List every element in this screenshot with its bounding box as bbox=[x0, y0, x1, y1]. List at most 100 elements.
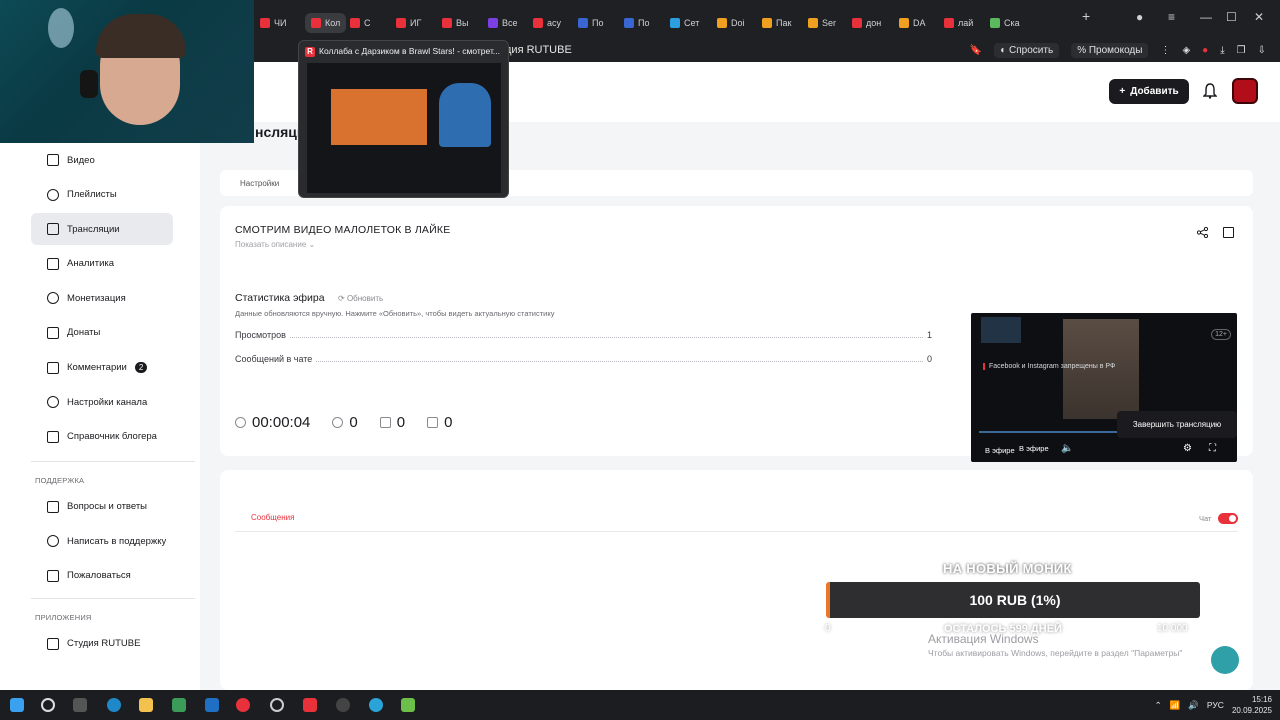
close-window-icon[interactable]: ✕ bbox=[1254, 10, 1264, 24]
sidebar-item[interactable]: Студия RUTUBE bbox=[31, 628, 173, 660]
sidebar-item[interactable]: Комментарии 2 bbox=[31, 352, 173, 384]
task-view-icon[interactable] bbox=[73, 698, 87, 712]
taskbar-clock[interactable]: 15:16 20.09.2025 bbox=[1232, 694, 1272, 716]
bluestacks-icon[interactable] bbox=[401, 698, 415, 712]
bookmark-icon[interactable]: 🔖 bbox=[970, 45, 982, 56]
browser-tab[interactable]: Сет bbox=[670, 13, 699, 33]
sidebar-item[interactable]: Плейлисты bbox=[31, 179, 173, 211]
avatar[interactable] bbox=[1232, 78, 1258, 104]
tab-label: Вы bbox=[456, 18, 469, 28]
keyboard-lang[interactable]: РУС bbox=[1207, 700, 1224, 710]
sidebar-item-label: Трансляции bbox=[67, 223, 120, 235]
tab-favicon-icon bbox=[311, 18, 321, 28]
sidebar-item[interactable]: Видео bbox=[31, 144, 173, 176]
tab-settings[interactable]: Настройки bbox=[240, 179, 279, 188]
bell-icon[interactable] bbox=[1203, 83, 1217, 99]
browser-tab[interactable]: Вы bbox=[442, 13, 468, 33]
browser-tab[interactable]: Ser bbox=[808, 13, 836, 33]
stream-player[interactable]: 12+ Facebook и Instagram запрещены в РФ … bbox=[971, 313, 1237, 462]
dislikes-metric: 0 bbox=[427, 414, 452, 431]
address-page-title: дия RUTUBE bbox=[505, 44, 572, 56]
browser-tab[interactable]: лай bbox=[944, 13, 973, 33]
browser-tab[interactable]: асу bbox=[533, 13, 561, 33]
tab-label: По bbox=[638, 18, 650, 28]
video-icon bbox=[47, 154, 59, 166]
tab-messages[interactable]: Сообщения bbox=[251, 513, 294, 522]
browser-tab[interactable]: ИГ bbox=[396, 13, 421, 33]
fullscreen-icon[interactable]: ⛶ bbox=[1209, 443, 1216, 454]
browser-tab[interactable]: Пак bbox=[762, 13, 791, 33]
sidebar-item[interactable]: Вопросы и ответы bbox=[31, 491, 173, 523]
browser-tab[interactable]: ЧИ bbox=[260, 13, 286, 33]
browser-tab[interactable]: Все bbox=[488, 13, 518, 33]
new-tab-icon[interactable]: + bbox=[1082, 8, 1090, 24]
browser-tab[interactable]: DA bbox=[899, 13, 926, 33]
outlook-icon[interactable] bbox=[205, 698, 219, 712]
edge-icon[interactable] bbox=[107, 698, 121, 712]
browser-tab[interactable]: Ска bbox=[990, 13, 1020, 33]
browser-tab[interactable]: С bbox=[350, 13, 371, 33]
maximize-icon[interactable]: ☐ bbox=[1226, 10, 1237, 24]
yandex-browser-icon[interactable] bbox=[236, 698, 250, 712]
help-chat-button[interactable] bbox=[1211, 646, 1239, 674]
volume-icon[interactable]: 🔈 bbox=[1061, 443, 1073, 454]
explorer-icon[interactable] bbox=[139, 698, 153, 712]
settings-icon[interactable]: ⚙ bbox=[1183, 443, 1192, 454]
yandex-icon[interactable] bbox=[303, 698, 317, 712]
record-icon[interactable]: ● bbox=[1202, 45, 1208, 56]
tab-favicon-icon bbox=[350, 18, 360, 28]
sidebar-item[interactable]: Трансляции bbox=[31, 213, 173, 246]
share-icon[interactable] bbox=[1197, 227, 1208, 238]
show-description-link[interactable]: Показать описание ⌄ bbox=[235, 240, 315, 249]
browser-tab[interactable]: дон bbox=[852, 13, 881, 33]
volume-tray-icon[interactable]: 🔊 bbox=[1188, 700, 1199, 711]
promo-label: Промокоды bbox=[1088, 45, 1143, 56]
telegram-icon[interactable] bbox=[369, 698, 383, 712]
tab-favicon-icon bbox=[808, 18, 818, 28]
player-notice: Facebook и Instagram запрещены в РФ bbox=[983, 363, 1115, 370]
more-icon[interactable]: ⋮ bbox=[1160, 45, 1170, 56]
menu-icon[interactable]: ≡ bbox=[1168, 10, 1175, 24]
sidebar-item[interactable]: Написать в поддержку bbox=[31, 525, 173, 557]
tab-label: DA bbox=[913, 18, 926, 28]
sidebar-item[interactable]: Настройки канала bbox=[31, 386, 173, 418]
tab-label: Ser bbox=[822, 18, 837, 28]
dislikes-value: 0 bbox=[444, 414, 453, 431]
sidebar-item-label: Донаты bbox=[67, 327, 101, 339]
sidebar-item[interactable]: Пожаловаться bbox=[31, 560, 173, 592]
chat-toggle[interactable] bbox=[1218, 513, 1238, 524]
tab-label: Все bbox=[502, 18, 518, 28]
settings-icon[interactable] bbox=[270, 698, 284, 712]
add-button[interactable]: + Добавить bbox=[1109, 79, 1189, 104]
network-icon[interactable]: 📶 bbox=[1170, 700, 1181, 711]
stream-card: СМОТРИМ ВИДЕО МАЛОЛЕТОК В ЛАЙКЕ Показать… bbox=[220, 206, 1253, 462]
obs-icon[interactable] bbox=[336, 698, 350, 712]
open-external-icon[interactable] bbox=[1223, 227, 1234, 238]
webcam-light bbox=[48, 8, 74, 48]
sidebar-item[interactable]: Справочник блогера bbox=[31, 421, 173, 453]
browser-tab[interactable]: Doi bbox=[717, 13, 745, 33]
promo-button[interactable]: % Промокоды bbox=[1071, 43, 1149, 58]
profile-icon[interactable]: ● bbox=[1136, 10, 1143, 24]
store-icon[interactable] bbox=[172, 698, 186, 712]
collections-icon[interactable]: ❐ bbox=[1237, 45, 1246, 56]
sidebar-item[interactable]: Аналитика bbox=[31, 248, 173, 280]
browser-tab[interactable]: По bbox=[578, 13, 603, 33]
sidebar-item-label: Студия RUTUBE bbox=[67, 638, 141, 650]
sidebar-item[interactable]: Монетизация bbox=[31, 282, 173, 314]
start-icon[interactable] bbox=[10, 698, 24, 712]
download-icon[interactable]: ⤓ bbox=[1220, 45, 1224, 56]
rutube-favicon-icon: R bbox=[305, 47, 315, 57]
search-icon[interactable] bbox=[41, 698, 55, 712]
browser-tab[interactable]: По bbox=[624, 13, 649, 33]
downloads-icon[interactable]: ⇩ bbox=[1258, 45, 1266, 56]
tab-label: Ска bbox=[1004, 18, 1020, 28]
ask-button[interactable]: ◐ Спросить bbox=[994, 43, 1060, 58]
tray-arrow-icon[interactable]: ⌃ bbox=[1155, 700, 1162, 711]
browser-tab[interactable]: Кол bbox=[305, 13, 347, 33]
sidebar-item[interactable]: Донаты bbox=[31, 317, 173, 349]
minimize-icon[interactable]: — bbox=[1200, 10, 1212, 24]
end-stream-button[interactable]: Завершить трансляцию bbox=[1117, 411, 1237, 438]
extension-icon[interactable]: ◈ bbox=[1182, 45, 1190, 56]
refresh-button[interactable]: ⟳ Обновить bbox=[338, 294, 383, 303]
